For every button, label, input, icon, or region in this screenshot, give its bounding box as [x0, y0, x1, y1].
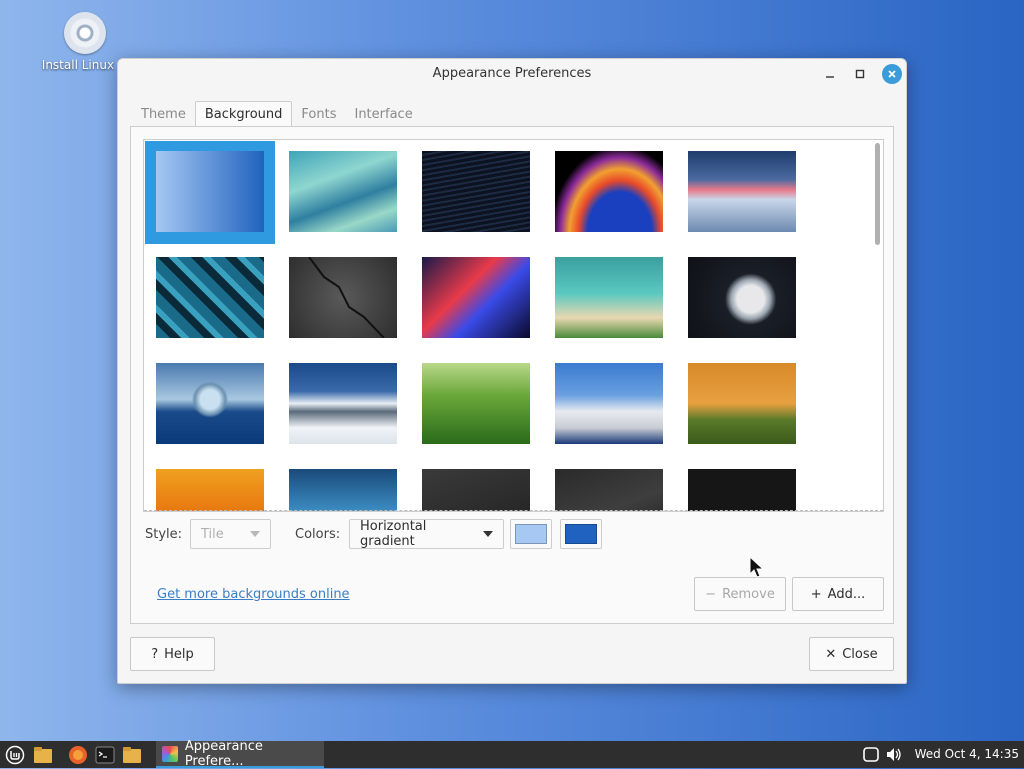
minimize-icon — [826, 76, 834, 78]
chevron-down-icon — [250, 531, 260, 537]
volume-icon[interactable] — [885, 746, 903, 763]
wallpaper-thumb-glass-sphere[interactable] — [156, 363, 264, 444]
wallpaper-thumb-mountains[interactable] — [289, 363, 397, 444]
remove-button[interactable]: − Remove — [694, 577, 786, 611]
secondary-color-button[interactable] — [560, 519, 602, 549]
files-launcher[interactable] — [121, 744, 143, 765]
window-title: Appearance Preferences — [432, 66, 592, 81]
titlebar[interactable]: Appearance Preferences — [118, 59, 906, 89]
background-options-row: Style: Tile Colors: Horizontal gradient — [143, 519, 883, 549]
style-dropdown[interactable]: Tile — [190, 519, 271, 549]
wallpaper-thumb-dark-2[interactable] — [555, 469, 663, 511]
cd-icon — [64, 12, 106, 54]
notification-icon[interactable] — [862, 746, 880, 763]
firefox-icon — [69, 745, 87, 764]
maximize-button[interactable] — [850, 64, 870, 84]
wallpaper-thumb-waves[interactable] — [289, 151, 397, 232]
terminal-icon — [95, 746, 115, 763]
mouse-cursor-icon — [749, 556, 765, 578]
tab-background[interactable]: Background — [194, 101, 293, 127]
close-icon: ✕ — [825, 646, 837, 662]
add-label: Add... — [827, 586, 866, 602]
wallpaper-thumb-frozen-bubble[interactable] — [688, 257, 796, 338]
tab-theme[interactable]: Theme — [132, 101, 195, 127]
taskbar: Appearance Prefere... Wed Oct 4, 14:35 — [0, 738, 1024, 769]
help-icon: ? — [151, 646, 159, 662]
show-desktop-button[interactable] — [32, 744, 54, 765]
wallpaper-thumb-dark-lines[interactable] — [422, 151, 530, 232]
wallpaper-thumb-terrace[interactable] — [555, 363, 663, 444]
primary-color-button[interactable] — [510, 519, 552, 549]
colors-dropdown[interactable]: Horizontal gradient — [349, 519, 504, 549]
colors-label: Colors: — [295, 527, 341, 542]
help-button[interactable]: ? Help — [130, 637, 215, 671]
wallpaper-thumb-crack[interactable] — [289, 257, 397, 338]
folder-icon — [123, 746, 141, 763]
help-label: Help — [164, 646, 194, 662]
style-label: Style: — [145, 527, 183, 542]
wallpaper-thumb-bubble-color[interactable] — [555, 151, 663, 232]
wallpaper-thumb-sunset-sea[interactable] — [688, 151, 796, 232]
close-label: Close — [842, 646, 878, 662]
wallpaper-thumb-dark-1[interactable] — [422, 469, 530, 511]
chevron-down-icon — [483, 531, 493, 537]
wallpaper-thumb-palms[interactable] — [156, 469, 264, 511]
close-window-button[interactable] — [882, 64, 902, 84]
close-button[interactable]: ✕ Close — [809, 637, 894, 671]
wallpaper-thumb-cubes[interactable] — [156, 257, 264, 338]
appearance-app-icon — [162, 745, 178, 762]
close-icon — [888, 70, 896, 78]
grid-bottom-divider — [144, 510, 883, 511]
firefox-launcher[interactable] — [67, 744, 89, 765]
remove-label: Remove — [722, 586, 775, 602]
taskbar-item-appearance-preferences[interactable]: Appearance Prefere... — [156, 738, 324, 769]
wallpaper-thumb-coast[interactable] — [289, 469, 397, 511]
wallpaper-thumb-red-blue[interactable] — [422, 257, 530, 338]
wallpaper-thumb-lagoon[interactable] — [555, 257, 663, 338]
clock[interactable]: Wed Oct 4, 14:35 — [915, 747, 1019, 761]
get-more-backgrounds-link[interactable]: Get more backgrounds online — [157, 587, 350, 602]
wallpaper-thumb-mint-logo[interactable] — [688, 469, 796, 511]
plus-icon: + — [810, 586, 822, 602]
primary-color-swatch — [515, 524, 547, 544]
wallpaper-grid[interactable] — [143, 139, 884, 512]
menu-button[interactable] — [4, 744, 26, 765]
wallpaper-thumb-gradient[interactable] — [156, 151, 264, 232]
wallpaper-thumb-grass[interactable] — [422, 363, 530, 444]
secondary-color-swatch — [565, 524, 597, 544]
add-button[interactable]: + Add... — [792, 577, 884, 611]
grid-scrollbar[interactable] — [875, 143, 880, 245]
wallpaper-thumb-field-sunset[interactable] — [688, 363, 796, 444]
colors-value: Horizontal gradient — [360, 519, 427, 549]
appearance-preferences-window: Appearance Preferences Theme Background … — [117, 58, 907, 684]
mint-logo-icon — [5, 745, 25, 764]
style-value: Tile — [201, 526, 224, 542]
minimize-button[interactable] — [820, 64, 840, 84]
minus-icon: − — [705, 586, 717, 602]
tab-fonts[interactable]: Fonts — [292, 101, 345, 127]
maximize-icon — [855, 69, 865, 79]
terminal-launcher[interactable] — [94, 744, 116, 765]
background-tab-content: Style: Tile Colors: Horizontal gradient … — [130, 126, 894, 624]
tab-bar: Theme Background Fonts Interface — [132, 101, 422, 127]
tab-interface[interactable]: Interface — [345, 101, 421, 127]
taskbar-item-label: Appearance Prefere... — [184, 738, 263, 769]
folder-icon — [34, 746, 52, 763]
